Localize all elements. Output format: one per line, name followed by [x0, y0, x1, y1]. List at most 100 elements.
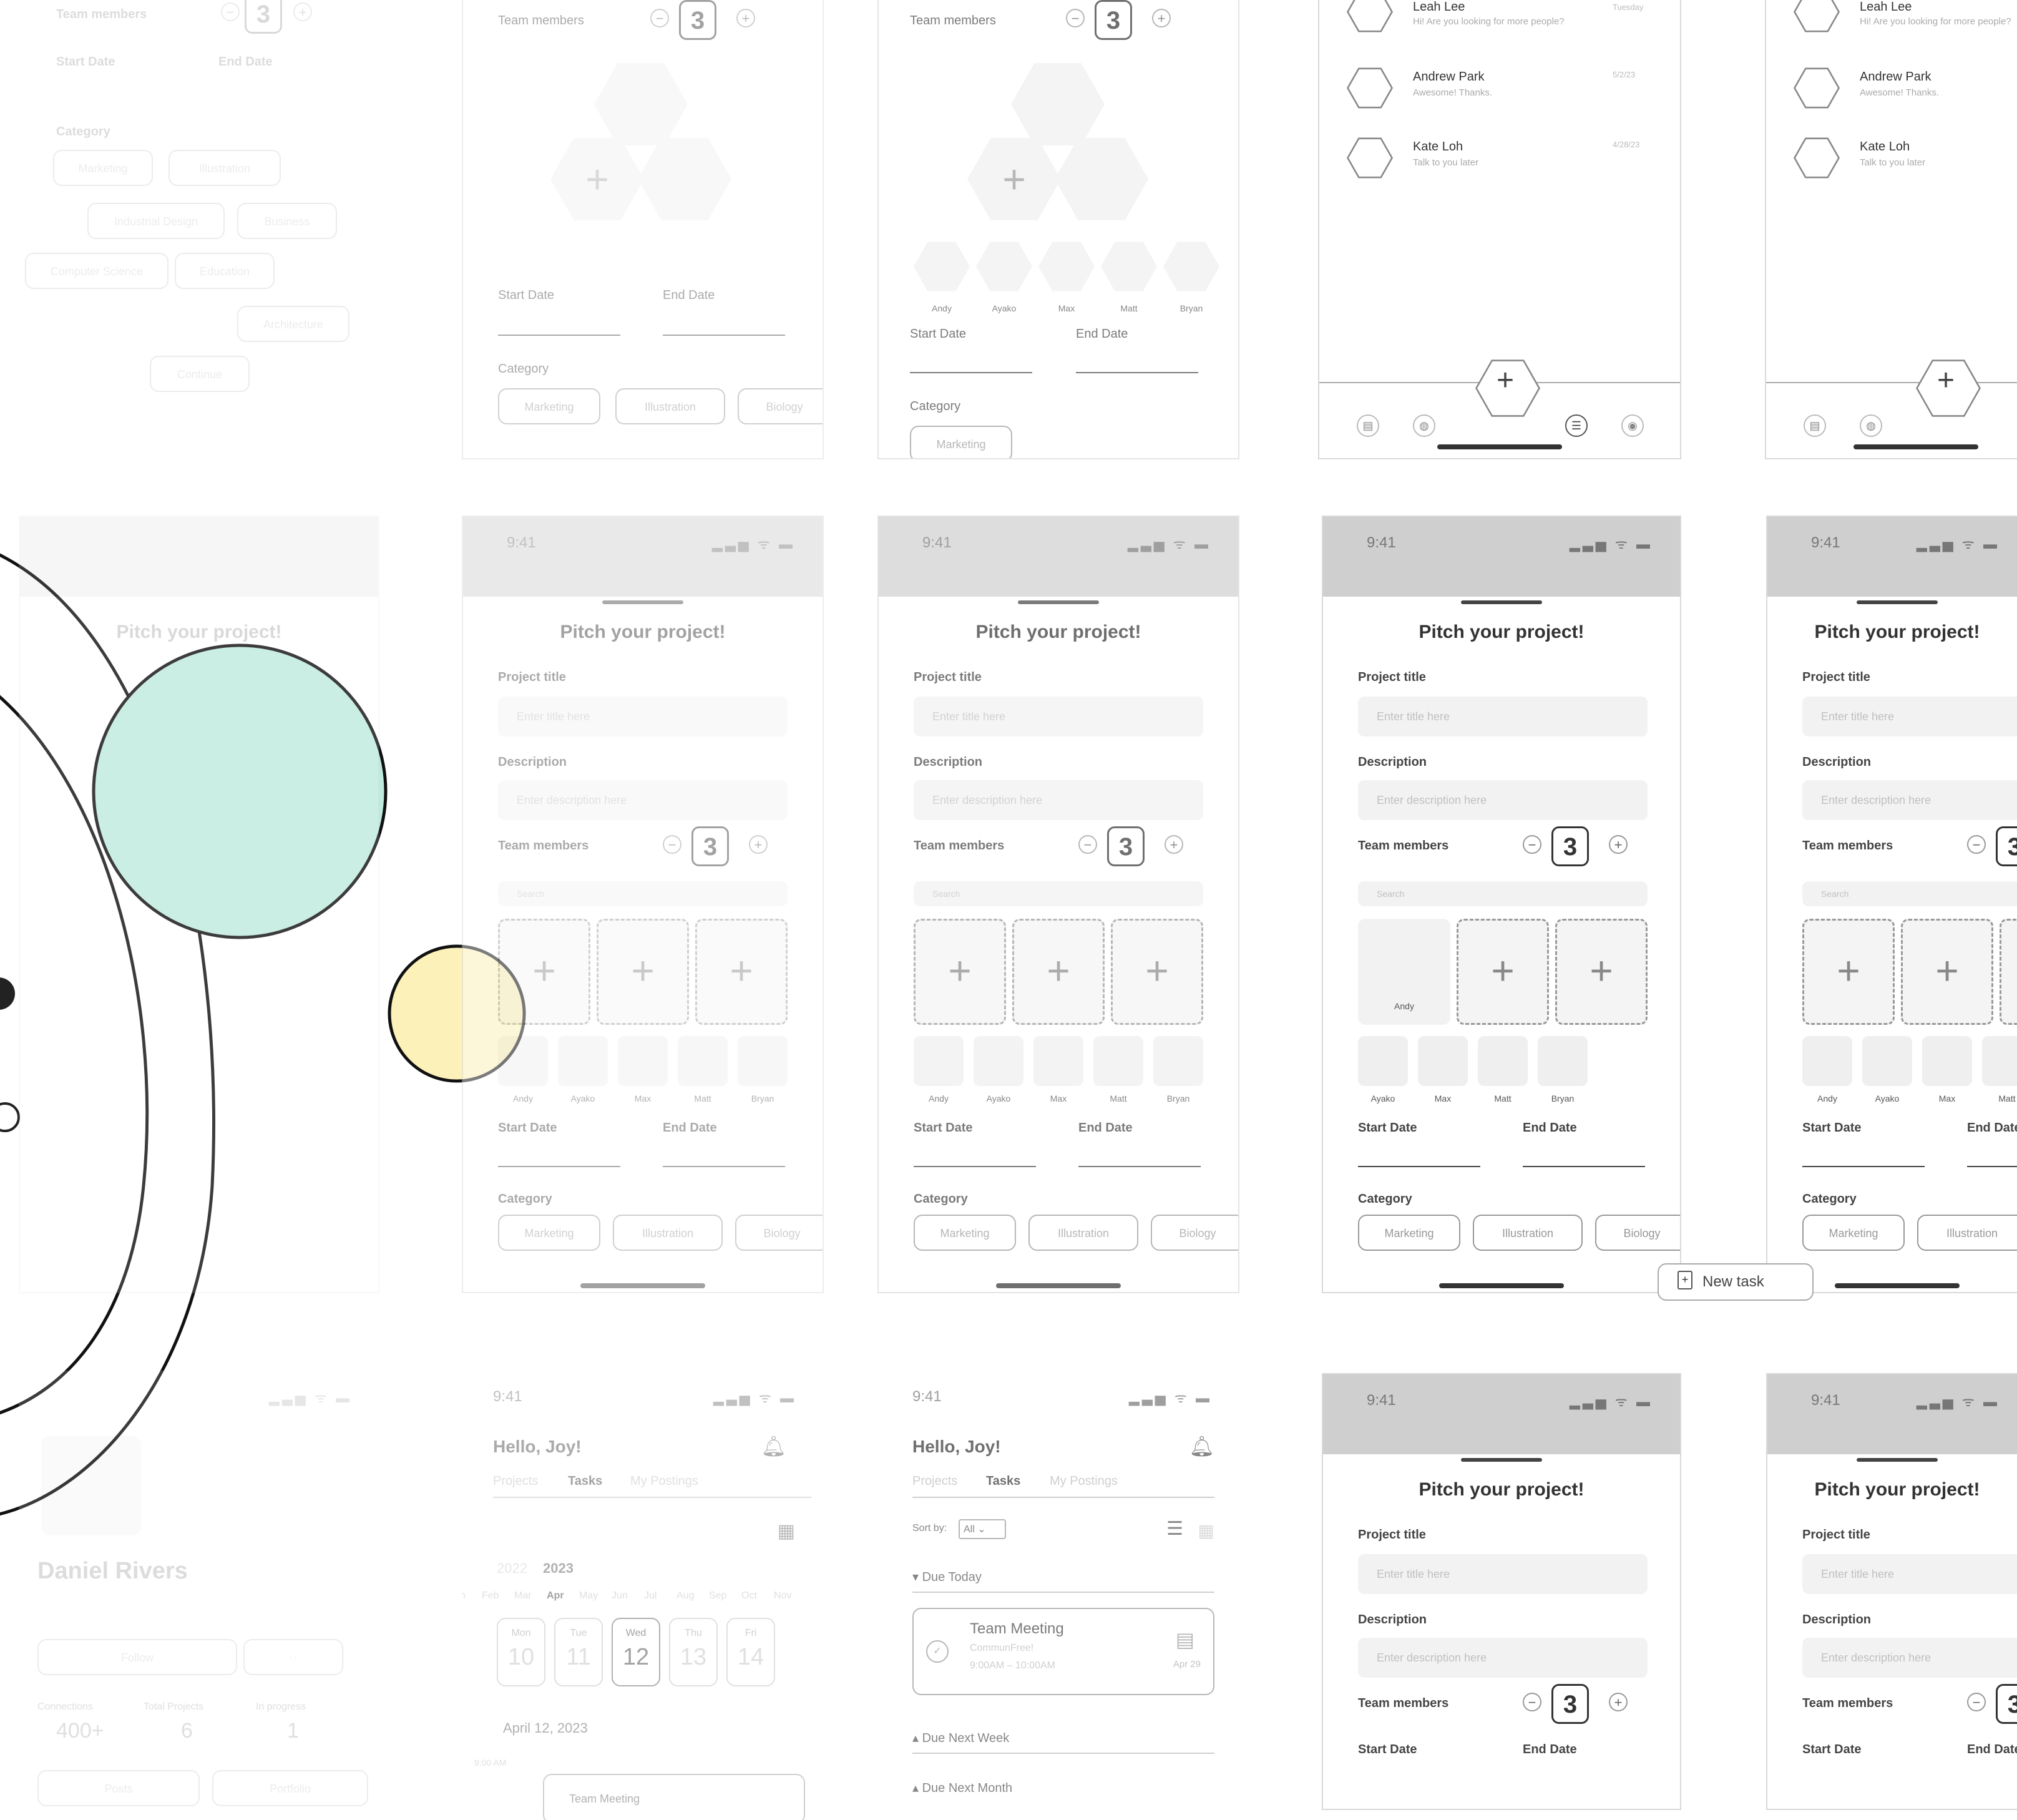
- category-pill-biology[interactable]: Biology: [735, 1215, 823, 1251]
- sheet-grabber[interactable]: [1018, 600, 1099, 604]
- start-date-field[interactable]: [498, 1166, 620, 1167]
- category-pill[interactable]: Marketing: [53, 150, 153, 186]
- category-pill[interactable]: Industrial Design: [87, 203, 225, 239]
- start-date-field[interactable]: [1802, 1166, 1925, 1167]
- plus-icon[interactable]: +: [736, 9, 755, 27]
- minus-icon[interactable]: −: [1523, 835, 1541, 854]
- due-next-week-header[interactable]: ▴ Due Next Week: [912, 1730, 1009, 1746]
- due-today-header[interactable]: ▾ Due Today: [912, 1569, 982, 1585]
- month-jun[interactable]: Jun: [612, 1590, 628, 1602]
- category-pill[interactable]: Illustration: [168, 150, 281, 186]
- team-members-stepper[interactable]: − 3 +: [1523, 826, 1648, 866]
- member-avatar[interactable]: [1033, 1036, 1083, 1086]
- document-icon[interactable]: ▤: [1804, 414, 1826, 437]
- month-feb[interactable]: Feb: [482, 1590, 499, 1602]
- tab-my-postings[interactable]: My Postings: [1050, 1474, 1118, 1489]
- project-title-input[interactable]: Enter title here: [1358, 1554, 1648, 1594]
- tab-tasks[interactable]: Tasks: [568, 1474, 602, 1489]
- chat-icon[interactable]: ☰: [1565, 414, 1588, 437]
- member-slot-add[interactable]: +: [1901, 919, 1993, 1025]
- team-members-stepper[interactable]: − 3 +: [663, 826, 788, 866]
- avatar[interactable]: [1347, 67, 1393, 109]
- month-aug[interactable]: Aug: [676, 1590, 694, 1602]
- description-input[interactable]: Enter description here: [1358, 1638, 1648, 1678]
- month-mar[interactable]: Mar: [514, 1590, 532, 1602]
- member-avatar[interactable]: [498, 1036, 548, 1086]
- description-input[interactable]: Enter description here: [1802, 780, 2017, 820]
- start-date-field[interactable]: [914, 1166, 1036, 1167]
- team-members-stepper[interactable]: − 3 +: [1967, 826, 2017, 866]
- hex-slot[interactable]: [1011, 63, 1105, 145]
- follow-button[interactable]: Follow: [37, 1639, 237, 1675]
- search-input[interactable]: Search: [498, 881, 788, 906]
- member-avatar[interactable]: [1101, 242, 1157, 291]
- sheet-grabber[interactable]: [1857, 1458, 1938, 1462]
- category-pill-illustration[interactable]: Illustration: [1473, 1215, 1583, 1251]
- plus-icon[interactable]: +: [749, 835, 768, 854]
- member-avatar[interactable]: [1358, 1036, 1408, 1086]
- plus-icon[interactable]: +: [293, 2, 312, 21]
- member-avatar[interactable]: [1153, 1036, 1203, 1086]
- category-pill[interactable]: Architecture: [237, 306, 349, 342]
- day-chip[interactable]: Thu 13: [669, 1618, 718, 1686]
- category-pill-marketing[interactable]: Marketing: [498, 1215, 600, 1251]
- member-avatar[interactable]: [678, 1036, 728, 1086]
- event-card[interactable]: Team Meeting: [543, 1774, 805, 1820]
- globe-icon[interactable]: ◍: [1860, 414, 1882, 437]
- member-avatar[interactable]: [1538, 1036, 1588, 1086]
- start-date-field[interactable]: [910, 372, 1032, 373]
- hex-slot[interactable]: [594, 63, 688, 145]
- team-members-stepper[interactable]: − 3 +: [1967, 1684, 2017, 1724]
- sheet-grabber[interactable]: [1461, 1458, 1542, 1462]
- year-current[interactable]: 2023: [543, 1560, 574, 1577]
- member-avatar[interactable]: [914, 1036, 964, 1086]
- category-pill[interactable]: Marketing: [910, 426, 1012, 458]
- end-date-field[interactable]: [663, 1166, 785, 1167]
- member-avatar[interactable]: [976, 242, 1032, 291]
- start-date-field[interactable]: [1358, 1166, 1480, 1167]
- member-avatar[interactable]: [974, 1036, 1023, 1086]
- month-may[interactable]: May: [579, 1590, 598, 1602]
- avatar[interactable]: [1794, 0, 1840, 32]
- category-pill-illustration[interactable]: Illustration: [1917, 1215, 2017, 1251]
- member-slot-add[interactable]: +: [1012, 919, 1105, 1025]
- minus-icon[interactable]: −: [650, 9, 669, 27]
- member-avatar[interactable]: [1093, 1036, 1143, 1086]
- category-pill-marketing[interactable]: Marketing: [1358, 1215, 1460, 1251]
- plus-icon[interactable]: +: [1609, 835, 1628, 854]
- end-date-field[interactable]: [1078, 1166, 1201, 1167]
- member-slot-add[interactable]: +: [1555, 919, 1648, 1025]
- minus-icon[interactable]: −: [1523, 1693, 1541, 1711]
- avatar[interactable]: [1347, 137, 1393, 179]
- tab-projects[interactable]: Projects: [493, 1474, 538, 1489]
- bell-icon[interactable]: 🔔︎: [1189, 1434, 1214, 1458]
- document-icon[interactable]: ▤: [1357, 414, 1379, 437]
- avatar[interactable]: [1794, 67, 1840, 109]
- member-slot-add[interactable]: +: [1111, 919, 1203, 1025]
- plus-icon[interactable]: +: [1165, 835, 1183, 854]
- member-avatar[interactable]: [558, 1036, 608, 1086]
- avatar[interactable]: [1347, 0, 1393, 32]
- day-chip[interactable]: Mon 10: [497, 1618, 545, 1686]
- category-pill[interactable]: Biology: [738, 388, 823, 424]
- member-avatar[interactable]: [1802, 1036, 1852, 1086]
- member-avatar[interactable]: [1862, 1036, 1912, 1086]
- end-date-field[interactable]: [1076, 372, 1198, 373]
- member-slot-add[interactable]: +: [914, 919, 1006, 1025]
- minus-icon[interactable]: −: [1078, 835, 1097, 854]
- team-members-stepper[interactable]: − 3 +: [1066, 0, 1191, 40]
- member-avatar[interactable]: [1922, 1036, 1972, 1086]
- project-title-input[interactable]: Enter title here: [914, 697, 1203, 736]
- avatar[interactable]: [1794, 137, 1840, 179]
- sheet-grabber[interactable]: [1461, 600, 1542, 604]
- profile-icon[interactable]: ◉: [1621, 414, 1644, 437]
- category-pill-biology[interactable]: Biology: [1151, 1215, 1238, 1251]
- continue-button[interactable]: Continue: [150, 356, 250, 392]
- month-apr[interactable]: Apr: [547, 1590, 564, 1602]
- minus-icon[interactable]: −: [1967, 1693, 1986, 1711]
- member-slot-add[interactable]: +: [695, 919, 788, 1025]
- team-members-stepper[interactable]: − 3 +: [206, 0, 331, 34]
- minus-icon[interactable]: −: [221, 2, 240, 21]
- category-pill-illustration[interactable]: Illustration: [613, 1215, 723, 1251]
- member-avatar[interactable]: [1418, 1036, 1468, 1086]
